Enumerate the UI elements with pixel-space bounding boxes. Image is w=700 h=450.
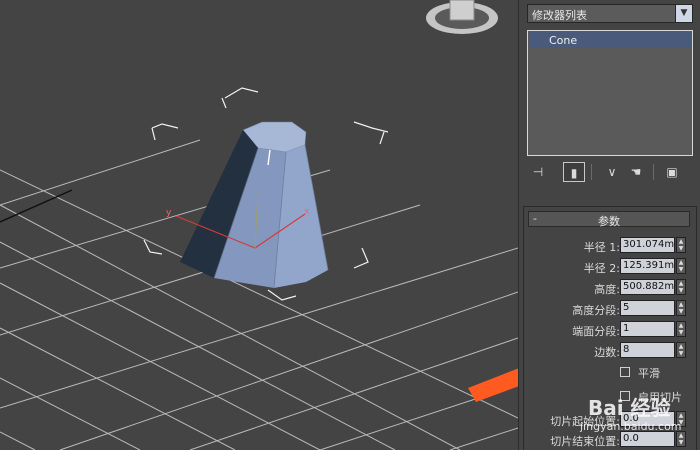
param-label: 高度: — [594, 283, 620, 296]
pin-stack-icon[interactable]: ⊣ — [527, 162, 549, 182]
stack-item-cone[interactable]: Cone — [529, 32, 691, 48]
annotation-arrow — [468, 368, 518, 402]
height-field[interactable]: 500.882m — [620, 279, 675, 295]
param-row-radius2: 半径 2: 125.391m ▲ ▼ — [524, 258, 696, 276]
make-unique-icon[interactable]: ∨ — [601, 162, 623, 182]
show-end-result-icon[interactable]: ▮ — [563, 162, 585, 182]
watermark-brand: Bai 经验 — [588, 396, 671, 420]
param-label: 边数: — [594, 346, 620, 359]
modifier-list-label: 修改器列表 — [532, 9, 587, 22]
watermark: Bai 经验 jingyan.baidu.com — [560, 370, 700, 450]
height-segments-field[interactable]: 5 — [620, 300, 675, 316]
spinner[interactable]: ▲ ▼ — [676, 279, 686, 295]
param-row-cap-segs: 端面分段: 1 ▲ ▼ — [524, 321, 696, 339]
spinner[interactable]: ▲ ▼ — [676, 321, 686, 337]
cone-object — [180, 121, 329, 289]
world-axis-line — [0, 189, 73, 223]
stack-toolbar: ⊣ ▮ ∨ ☚ ▣ — [527, 162, 693, 184]
remove-modifier-icon[interactable]: ☚ — [625, 162, 647, 182]
rollout-title: 参数 — [598, 215, 620, 228]
param-row-height-segs: 高度分段: 5 ▲ ▼ — [524, 300, 696, 318]
viewcube[interactable] — [426, 0, 498, 34]
param-label: 高度分段: — [572, 304, 620, 317]
chevron-down-icon[interactable]: ▼ — [675, 5, 692, 22]
perspective-viewport[interactable]: y x — [0, 0, 518, 450]
stack-item-label: Cone — [549, 34, 578, 47]
param-label: 半径 1: — [583, 241, 620, 254]
spinner[interactable]: ▲ ▼ — [676, 237, 686, 253]
configure-sets-icon[interactable]: ▣ — [661, 162, 683, 182]
param-label: 半径 2: — [583, 262, 620, 275]
radius2-field[interactable]: 125.391m — [620, 258, 675, 274]
modifier-stack[interactable]: Cone — [527, 30, 693, 156]
param-row-sides: 边数: 8 ▲ ▼ — [524, 342, 696, 360]
param-row-radius1: 半径 1: 301.074m ▲ ▼ — [524, 237, 696, 255]
sides-field[interactable]: 8 — [620, 342, 675, 358]
rollout-header[interactable]: - 参数 — [528, 211, 690, 228]
radius1-field[interactable]: 301.074m — [620, 237, 675, 253]
spinner[interactable]: ▲ ▼ — [676, 342, 686, 358]
param-label: 端面分段: — [572, 325, 620, 338]
spinner[interactable]: ▲ ▼ — [676, 300, 686, 316]
spinner[interactable]: ▲ ▼ — [676, 258, 686, 274]
viewport-canvas[interactable]: y x — [0, 0, 518, 450]
param-row-height: 高度: 500.882m ▲ ▼ — [524, 279, 696, 297]
cap-segments-field[interactable]: 1 — [620, 321, 675, 337]
axis-label-y: y — [166, 208, 172, 218]
watermark-url: jingyan.baidu.com — [580, 420, 682, 433]
axis-label-x: x — [304, 207, 310, 217]
modifier-list-dropdown[interactable]: 修改器列表 ▼ — [527, 4, 693, 23]
